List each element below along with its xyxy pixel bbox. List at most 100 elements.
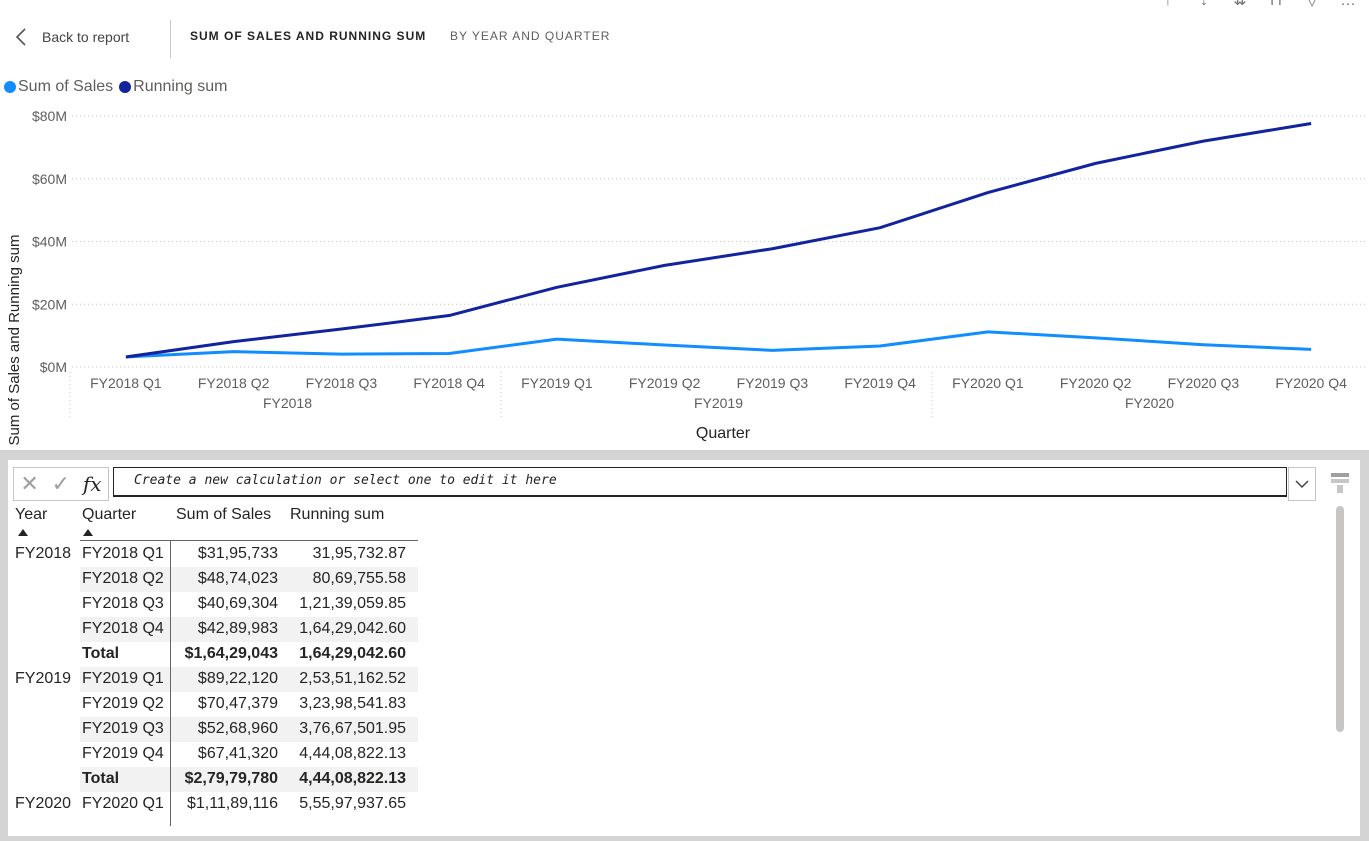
x-group-label: FY2020: [1125, 395, 1174, 411]
header-divider-line: [80, 540, 418, 541]
y-tick-label: $80M: [32, 108, 67, 124]
format-paint-icon[interactable]: [1330, 472, 1350, 494]
back-to-report-button[interactable]: Back to report: [14, 24, 129, 50]
cell-year: FY2020: [15, 795, 72, 812]
table-row[interactable]: FY2019 FY2019 Q1 $89,22,120 2,53,51,162.52: [8, 667, 418, 692]
table-row-partial: [8, 817, 418, 822]
legend-item-sales[interactable]: Sum of Sales: [4, 78, 113, 96]
column-header-year[interactable]: Year: [15, 506, 47, 524]
chart-legend: Sum of Sales Running sum: [4, 78, 233, 96]
y-tick-label: $40M: [32, 234, 67, 250]
page-subtitle: BY YEAR AND QUARTER: [450, 29, 611, 43]
drill-down-icon[interactable]: ↓: [1193, 0, 1215, 10]
drill-up-icon[interactable]: ↑: [1157, 0, 1179, 10]
series-line-running-sum[interactable]: [125, 122, 1312, 359]
filter-icon[interactable]: ▽: [1301, 0, 1323, 10]
sort-ascending-icon[interactable]: [18, 529, 28, 536]
sort-ascending-icon[interactable]: [83, 529, 93, 536]
x-tick-label: FY2018 Q1: [90, 375, 162, 391]
y-tick-label: $60M: [32, 171, 67, 187]
y-axis-ticks: $80M $60M $40M $20M $0M: [32, 108, 67, 375]
cell-sum-of-sales: $40,69,304: [197, 595, 278, 612]
cell-sum-of-sales: $31,95,733: [197, 545, 278, 562]
visual-toolbar: ↑ ↓ ⇊ ⊓ ▽ …: [1157, 0, 1359, 10]
commit-icon[interactable]: ✓: [52, 471, 70, 497]
chevron-down-icon: [1295, 480, 1309, 489]
x-tick-label: FY2018 Q3: [306, 375, 378, 391]
header-bar: Back to report SUM OF SALES AND RUNNING …: [0, 0, 1369, 72]
page-title: SUM OF SALES AND RUNNING SUM: [190, 29, 427, 43]
header-divider: [170, 20, 171, 58]
cell-quarter: Total: [82, 770, 120, 787]
cell-running-sum: 4,44,08,822.13: [299, 770, 406, 787]
legend-label-running: Running sum: [133, 78, 228, 95]
formula-expand-button[interactable]: [1288, 467, 1316, 501]
table-row[interactable]: FY2020 FY2020 Q1 $1,11,89,116 5,55,97,937.6…: [8, 792, 418, 817]
column-header-sum-of-sales[interactable]: Sum of Sales: [176, 506, 271, 524]
table-row[interactable]: FY2019 Q4 $67,41,320 4,44,08,822.13: [8, 742, 418, 767]
formula-input[interactable]: Create a new calculation or select one t…: [113, 467, 1287, 497]
cell-sum-of-sales: $48,74,023: [197, 570, 278, 587]
column-header-running-sum[interactable]: Running sum: [290, 506, 384, 524]
cell-running-sum: 3,76,67,501.95: [299, 720, 406, 737]
series-lines: [125, 122, 1312, 359]
cell-quarter: Total: [82, 645, 120, 662]
cell-year: FY2018: [15, 545, 72, 562]
x-tick-label: FY2020 Q2: [1060, 375, 1132, 391]
y-tick-label: $0M: [40, 359, 67, 375]
cell-quarter: FY2019 Q4: [82, 745, 164, 762]
table-row[interactable]: FY2018 Q4 $42,89,983 1,64,29,042.60: [8, 617, 418, 642]
x-axis-ticks: FY2018 Q1 FY2018 Q2 FY2018 Q3 FY2018 Q4 FY20…: [69, 372, 1347, 418]
chevron-left-icon: [15, 28, 26, 46]
column-header-quarter[interactable]: Quarter: [82, 506, 136, 524]
line-chart: $80M$60M$40M$20M$0M FY2018 Q1 FY2018 Q2 FY…: [6, 108, 1365, 446]
cell-quarter: FY2018 Q3: [82, 595, 164, 612]
expand-hierarchy-icon[interactable]: ⊓: [1265, 0, 1287, 10]
table-total-row[interactable]: Total $1,64,29,043 1,64,29,042.60: [8, 642, 418, 667]
cell-quarter: FY2019 Q3: [82, 720, 164, 737]
cell-quarter: FY2020 Q1: [82, 795, 164, 812]
cell-running-sum: 80,69,755.58: [312, 570, 406, 587]
table-row[interactable]: FY2019 Q2 $70,47,379 3,23,98,541.83: [8, 692, 418, 717]
x-tick-label: FY2018 Q4: [413, 375, 485, 391]
legend-label-sales: Sum of Sales: [18, 78, 114, 95]
x-tick-label: FY2018 Q2: [198, 375, 270, 391]
cell-running-sum: 1,64,29,042.60: [299, 620, 406, 637]
cell-running-sum: 5,55,97,937.65: [299, 795, 406, 812]
series-line-sum-of-sales[interactable]: [125, 330, 1312, 359]
x-axis-title: Quarter: [696, 425, 751, 442]
cell-sum-of-sales: $89,22,120: [197, 670, 278, 687]
fx-icon[interactable]: fx: [83, 472, 102, 496]
x-tick-label: FY2019 Q3: [737, 375, 809, 391]
cell-sum-of-sales: $70,47,379: [197, 695, 278, 712]
cell-sum-of-sales: $1,11,89,116: [186, 795, 278, 812]
legend-item-running[interactable]: Running sum: [119, 78, 227, 96]
back-label: Back to report: [42, 29, 130, 45]
gridlines: [72, 115, 1365, 368]
table-scrollbar[interactable]: [1336, 506, 1344, 732]
cell-quarter: FY2018 Q2: [82, 570, 164, 587]
more-options-icon[interactable]: …: [1337, 0, 1359, 10]
table-row[interactable]: FY2018 Q2 $48,74,023 80,69,755.58: [8, 567, 418, 592]
table-row[interactable]: FY2018 Q3 $40,69,304 1,21,39,059.85: [8, 592, 418, 617]
cell-sum-of-sales: $2,79,79,780: [184, 770, 278, 787]
cell-running-sum: 3,23,98,541.83: [299, 695, 406, 712]
y-axis-title: Sum of Sales and Running sum: [6, 235, 23, 446]
table-total-row[interactable]: Total $2,79,79,780 4,44,08,822.13: [8, 767, 418, 792]
x-group-label: FY2019: [694, 395, 743, 411]
cell-running-sum: 2,53,51,162.52: [299, 670, 406, 687]
x-tick-label: FY2020 Q1: [952, 375, 1024, 391]
cancel-icon[interactable]: ✕: [20, 471, 38, 497]
table-row[interactable]: FY2019 Q3 $52,68,960 3,76,67,501.95: [8, 717, 418, 742]
x-group-label: FY2018: [263, 395, 312, 411]
cell-running-sum: 31,95,732.87: [312, 545, 406, 562]
table-row[interactable]: FY2018 FY2018 Q1 $31,95,733 31,95,732.87: [8, 542, 418, 567]
cell-sum-of-sales: $42,89,983: [197, 620, 278, 637]
formula-actions: ✕ ✓ fx: [13, 467, 109, 501]
expand-next-level-icon[interactable]: ⇊: [1229, 0, 1251, 10]
x-tick-label: FY2020 Q4: [1275, 375, 1347, 391]
cell-sum-of-sales: $1,64,29,043: [184, 645, 278, 662]
legend-dot-running: [119, 81, 132, 93]
legend-dot-sales: [4, 81, 16, 93]
cell-running-sum: 1,64,29,042.60: [299, 645, 406, 662]
